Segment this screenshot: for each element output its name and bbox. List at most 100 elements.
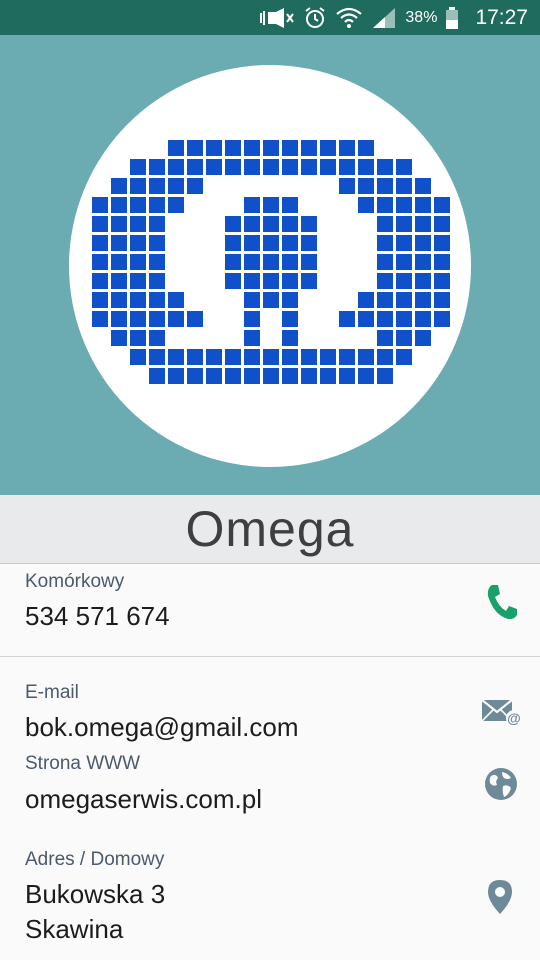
logo-pixel	[377, 311, 393, 327]
logo-pixel	[130, 159, 146, 175]
logo-pixel	[225, 140, 241, 156]
logo-pixel	[434, 273, 450, 289]
logo-pixel	[282, 235, 298, 251]
logo-pixel	[92, 254, 108, 270]
alarm-icon	[305, 6, 326, 28]
logo-pixel	[225, 273, 241, 289]
logo-pixel	[396, 197, 412, 213]
logo-pixel	[434, 216, 450, 232]
logo-pixel	[225, 159, 241, 175]
logo-pixel	[92, 197, 108, 213]
logo-pixel	[358, 349, 374, 365]
battery-icon	[446, 6, 459, 29]
logo-pixel	[415, 292, 431, 308]
logo-pixel	[111, 311, 127, 327]
logo-pixel	[377, 178, 393, 194]
logo-pixel	[434, 311, 450, 327]
phone-icon[interactable]	[484, 582, 520, 622]
logo-pixel	[149, 178, 165, 194]
map-pin-icon[interactable]	[486, 879, 514, 915]
logo-pixel	[434, 197, 450, 213]
logo-pixel	[396, 159, 412, 175]
logo-pixel	[396, 235, 412, 251]
logo-pixel	[263, 235, 279, 251]
logo-pixel	[282, 311, 298, 327]
logo-pixel	[282, 273, 298, 289]
logo-pixel	[168, 311, 184, 327]
logo-pixel	[377, 197, 393, 213]
logo-pixel	[130, 216, 146, 232]
logo-pixel	[301, 235, 317, 251]
logo-pixel	[396, 311, 412, 327]
email-icon[interactable]: @	[481, 697, 523, 727]
logo-pixel	[244, 235, 260, 251]
logo-pixel	[149, 235, 165, 251]
logo-pixel	[301, 349, 317, 365]
logo-pixel	[301, 254, 317, 270]
logo-pixel	[187, 349, 203, 365]
logo-pixel	[130, 311, 146, 327]
logo-pixel	[396, 273, 412, 289]
logo-pixel	[130, 254, 146, 270]
logo-pixel	[434, 254, 450, 270]
logo-pixel	[377, 273, 393, 289]
logo-pixel	[301, 140, 317, 156]
logo-pixel	[149, 292, 165, 308]
globe-icon[interactable]	[484, 767, 518, 801]
logo-pixel	[244, 292, 260, 308]
website-value[interactable]: omegaserwis.com.pl	[25, 784, 262, 815]
email-value[interactable]: bok.omega@gmail.com	[25, 712, 299, 743]
logo-pixel	[111, 197, 127, 213]
logo-pixel	[111, 254, 127, 270]
logo-pixel	[415, 273, 431, 289]
logo-pixel	[111, 235, 127, 251]
logo-pixel	[244, 330, 260, 346]
logo-pixel	[320, 140, 336, 156]
logo-pixel	[149, 254, 165, 270]
logo-pixel	[168, 292, 184, 308]
logo-pixel	[263, 368, 279, 384]
logo-pixel	[396, 178, 412, 194]
logo-pixel	[206, 349, 222, 365]
logo-pixel	[149, 349, 165, 365]
logo-pixel	[396, 254, 412, 270]
logo-pixel	[415, 254, 431, 270]
wifi-icon	[336, 7, 363, 28]
logo-pixel	[282, 292, 298, 308]
logo-pixel	[263, 349, 279, 365]
logo-pixel	[339, 311, 355, 327]
logo-pixel	[244, 349, 260, 365]
logo-pixel	[149, 311, 165, 327]
logo-pixel	[358, 159, 374, 175]
logo-pixel	[168, 178, 184, 194]
logo-pixel	[130, 273, 146, 289]
contact-name-bar: Omega	[0, 495, 540, 564]
phone-section[interactable]: Komórkowy 534 571 674	[0, 564, 540, 656]
contact-name: Omega	[185, 501, 355, 557]
logo-pixel	[301, 368, 317, 384]
logo-pixel	[320, 349, 336, 365]
logo-pixel	[187, 368, 203, 384]
logo-pixel	[111, 292, 127, 308]
logo-pixel	[396, 216, 412, 232]
logo-pixel	[168, 349, 184, 365]
contact-avatar[interactable]	[69, 65, 471, 467]
logo-pixel	[244, 254, 260, 270]
details-section: E-mail bok.omega@gmail.com @ Strona WWW …	[0, 657, 540, 960]
vibrate-silent-icon	[260, 7, 295, 28]
logo-pixel	[263, 254, 279, 270]
logo-pixel	[225, 349, 241, 365]
logo-pixel	[358, 368, 374, 384]
logo-pixel	[111, 330, 127, 346]
logo-pixel	[244, 368, 260, 384]
logo-pixel	[415, 178, 431, 194]
email-label: E-mail	[25, 682, 79, 703]
logo-pixel	[111, 178, 127, 194]
logo-pixel	[263, 216, 279, 232]
address-line2[interactable]: Skawina	[25, 914, 123, 945]
address-line1[interactable]: Bukowska 3	[25, 879, 165, 910]
logo-pixel	[187, 159, 203, 175]
logo-pixel	[358, 140, 374, 156]
logo-pixel	[225, 254, 241, 270]
logo-pixel	[92, 273, 108, 289]
